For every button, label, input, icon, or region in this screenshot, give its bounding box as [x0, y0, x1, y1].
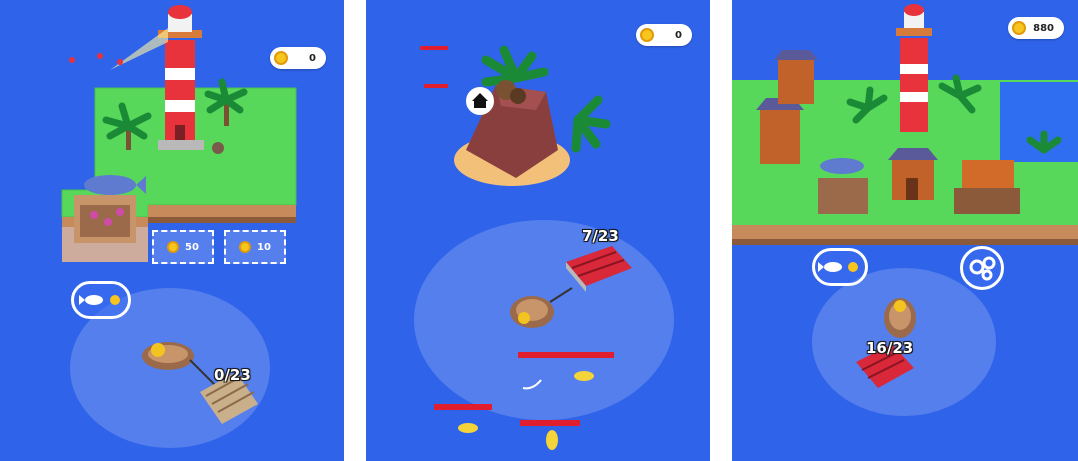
fish-market	[818, 158, 868, 214]
coin-icon	[274, 51, 288, 65]
player-boat	[510, 296, 554, 328]
player-boat	[884, 298, 916, 338]
house	[774, 50, 818, 104]
coin-icon	[239, 241, 252, 253]
game-screen-3: 880 16/23	[732, 0, 1078, 461]
unlock-price: 50	[185, 241, 199, 253]
unlock-pad[interactable]: 50	[152, 230, 214, 264]
coin-icon	[167, 241, 180, 253]
load-counter: 16/23	[866, 339, 914, 357]
palm-tree	[481, 45, 549, 87]
unlock-price: 10	[257, 241, 271, 253]
coin-counter: 880	[1008, 17, 1064, 39]
coin-counter: 0	[270, 47, 326, 69]
player-boat	[142, 342, 194, 370]
game-screen-1: 0 0/23 50 10	[0, 0, 344, 461]
unlock-pad[interactable]: 10	[224, 230, 286, 264]
game-screen-2: 0 7/23	[366, 0, 710, 461]
workshop	[954, 160, 1020, 214]
fish-market	[74, 175, 146, 243]
lighthouse	[896, 4, 932, 132]
coin-amount: 0	[675, 29, 682, 41]
load-counter: 7/23	[582, 227, 619, 245]
coin-amount: 880	[1033, 22, 1054, 34]
fish-to-coin-icon[interactable]	[812, 248, 868, 286]
scene-2	[414, 45, 674, 450]
scene-3	[732, 4, 1078, 416]
house	[756, 98, 804, 164]
coin-amount: 0	[309, 52, 316, 64]
home-icon[interactable]	[466, 87, 494, 115]
palm-tree	[571, 95, 611, 153]
gears-icon[interactable]	[960, 246, 1004, 290]
coin-counter: 0	[636, 24, 692, 46]
load-counter: 0/23	[214, 366, 251, 384]
fish-to-coin-icon[interactable]	[71, 281, 131, 319]
coin-icon	[640, 28, 654, 42]
coin-icon	[1012, 21, 1026, 35]
house	[888, 148, 938, 200]
